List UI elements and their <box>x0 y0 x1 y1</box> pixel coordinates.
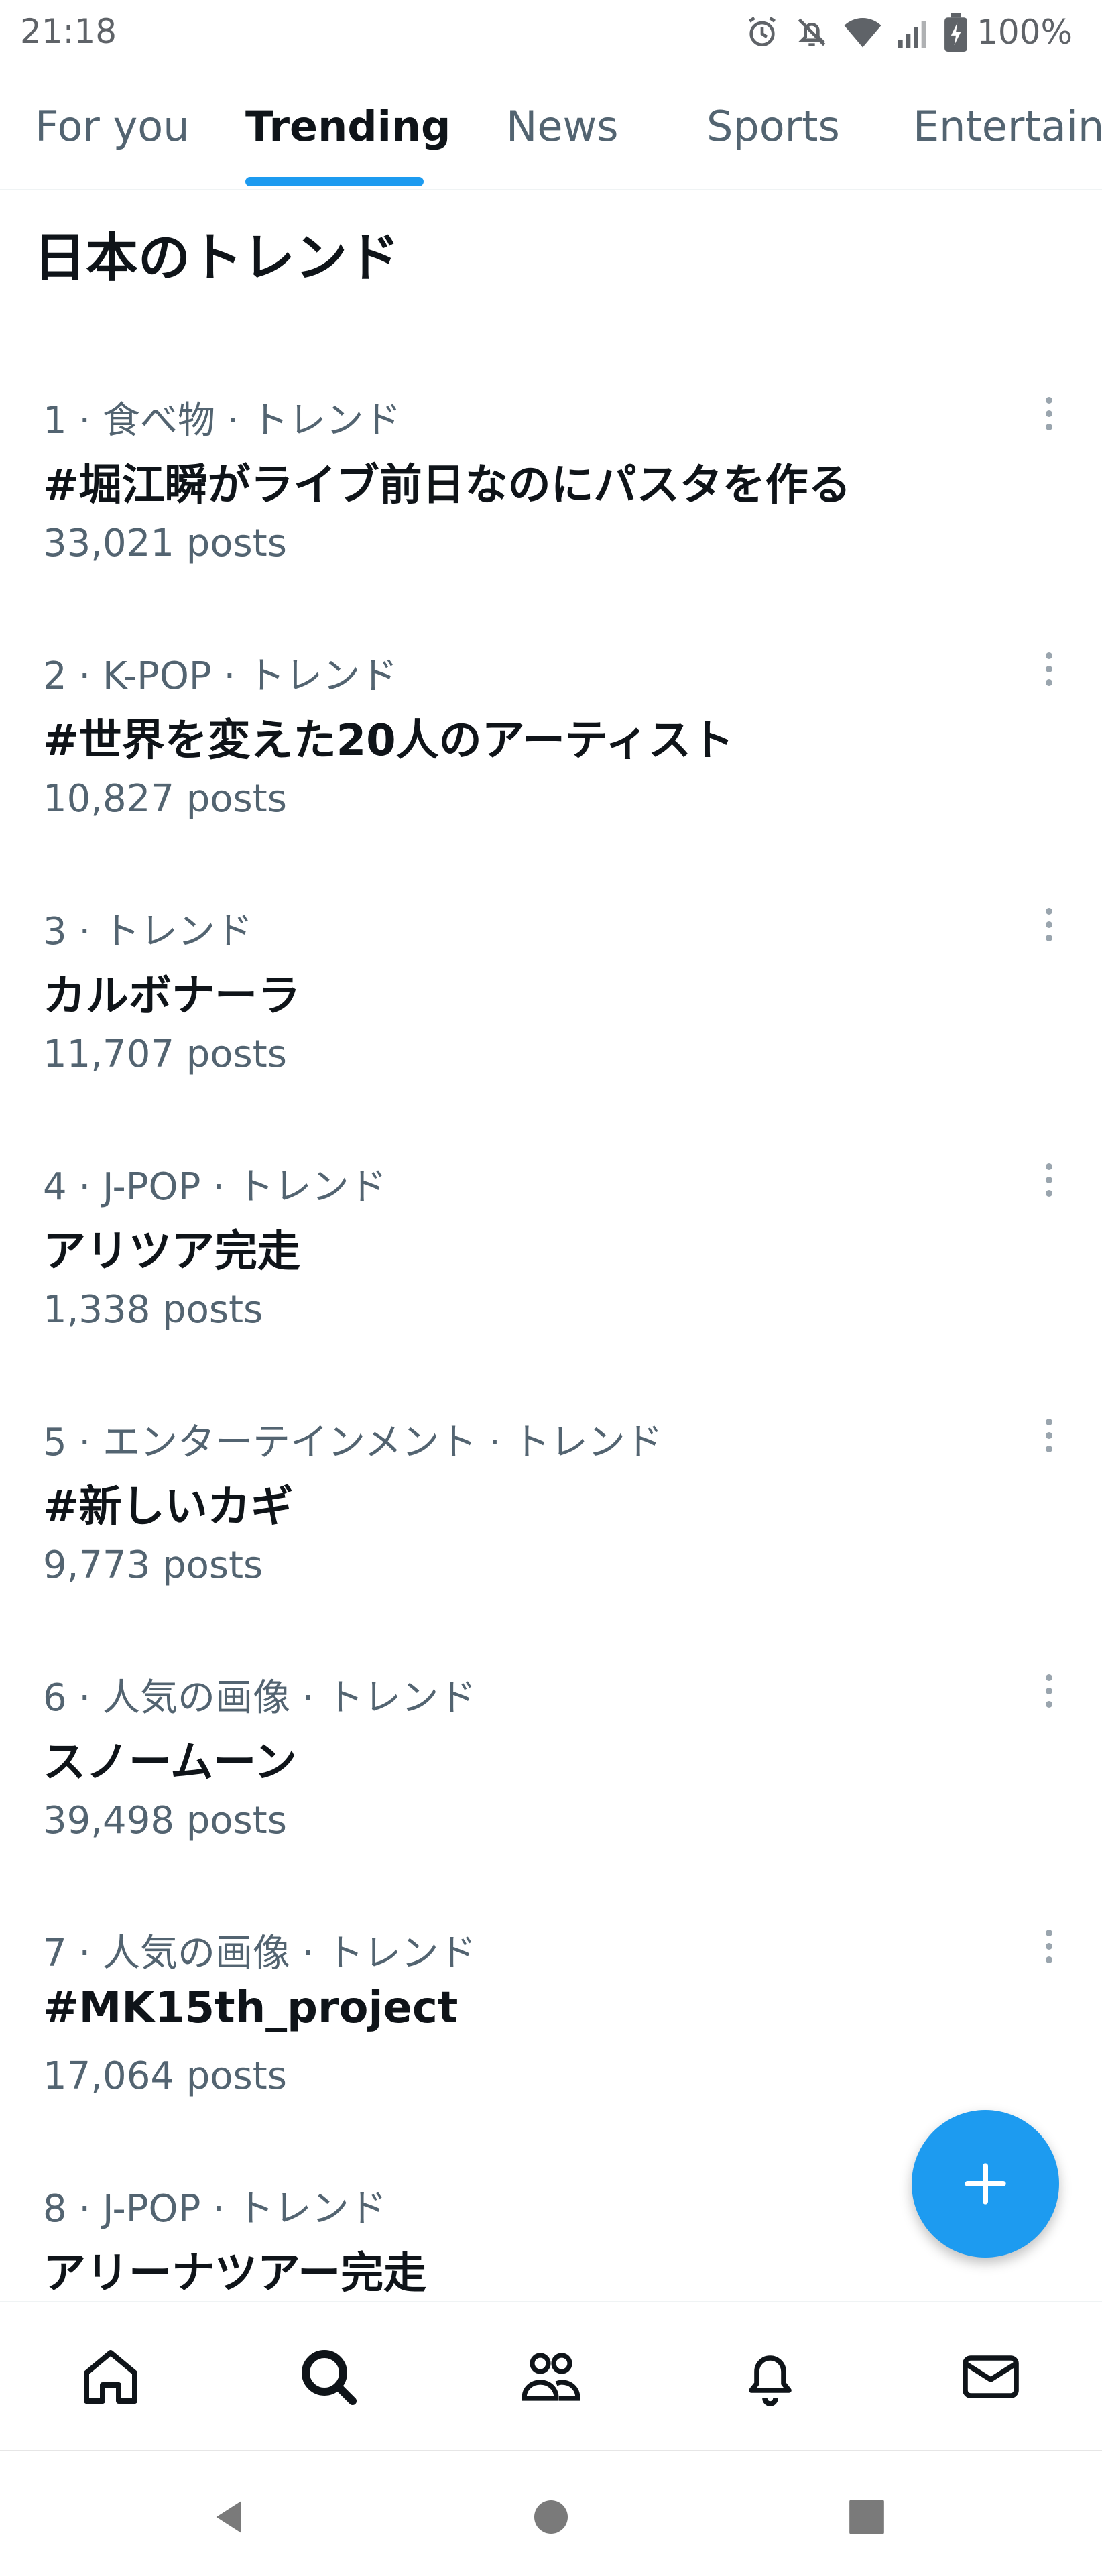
trend-item[interactable]: 1 · 食べ物 · トレンド #堀江瞬がライブ前日なのにパスタを作る 33,02… <box>0 375 1102 631</box>
tab-sports[interactable]: Sports <box>707 102 840 151</box>
more-options-icon[interactable] <box>1032 1667 1066 1714</box>
plus-icon <box>965 2163 1006 2205</box>
system-navigation-bar <box>0 2450 1102 2576</box>
battery-charging-icon <box>944 13 967 52</box>
nav-messages-button[interactable] <box>954 2340 1028 2414</box>
compose-post-button[interactable] <box>912 2110 1059 2258</box>
trend-post-count: 10,827 posts <box>43 777 287 821</box>
trend-meta: 2 · K-POP · トレンド <box>43 654 398 698</box>
trend-meta: 4 · J-POP · トレンド <box>43 1165 387 1209</box>
trend-post-count: 1,338 posts <box>43 1288 263 1332</box>
tab-trending[interactable]: Trending <box>245 102 450 151</box>
trend-post-count: 11,707 posts <box>43 1033 287 1076</box>
trend-item[interactable]: 2 · K-POP · トレンド #世界を変えた20人のアーティスト 10,82… <box>0 631 1102 886</box>
trend-list: 1 · 食べ物 · トレンド #堀江瞬がライブ前日なのにパスタを作る 33,02… <box>0 375 1102 2300</box>
more-options-icon[interactable] <box>1032 1157 1066 1204</box>
home-icon <box>84 2350 137 2404</box>
trend-meta: 5 · エンターテインメント · トレンド <box>43 1421 663 1464</box>
trend-meta: 8 · J-POP · トレンド <box>43 2187 387 2231</box>
status-icons: 100% <box>743 11 1073 54</box>
more-options-icon[interactable] <box>1032 1412 1066 1459</box>
home-circle-icon <box>534 2500 568 2534</box>
status-bar: 21:18 100% <box>0 0 1102 67</box>
active-tab-indicator <box>245 177 424 186</box>
trend-item[interactable]: 6 · 人気の画像 · トレンド スノームーン 39,498 posts <box>0 1653 1102 1908</box>
trend-post-count: 9,773 posts <box>43 1543 263 1587</box>
trend-meta: 7 · 人気の画像 · トレンド <box>43 1932 477 1975</box>
bottom-nav <box>0 2301 1102 2451</box>
communities-icon <box>522 2353 580 2401</box>
nav-communities-button[interactable] <box>514 2340 588 2414</box>
more-options-icon[interactable] <box>1032 646 1066 693</box>
trend-meta: 1 · 食べ物 · トレンド <box>43 399 402 443</box>
trend-post-count: 17,064 posts <box>43 2054 287 2098</box>
notifications-muted-icon <box>793 13 831 51</box>
system-recents-button[interactable] <box>840 2490 894 2544</box>
trend-item[interactable]: 4 · J-POP · トレンド アリツア完走 1,338 posts <box>0 1142 1102 1397</box>
tab-entertainment[interactable]: Entertainment <box>913 102 1102 151</box>
trend-name: アリツア完走 <box>43 1227 300 1277</box>
trend-name: #新しいカギ <box>43 1482 294 1532</box>
cell-signal-icon <box>895 13 932 51</box>
back-icon <box>216 2501 241 2533</box>
tab-bar: For you Trending News Sports Entertainme… <box>0 74 1102 190</box>
system-home-button[interactable] <box>524 2490 578 2544</box>
search-icon <box>302 2350 357 2405</box>
messages-icon <box>963 2355 1019 2398</box>
trend-item[interactable]: 5 · エンターテインメント · トレンド #新しいカギ 9,773 posts <box>0 1397 1102 1653</box>
recents-icon <box>849 2500 884 2534</box>
battery-percent: 100% <box>977 13 1073 52</box>
trend-meta: 6 · 人気の画像 · トレンド <box>43 1676 477 1720</box>
more-options-icon[interactable] <box>1032 901 1066 948</box>
tab-news[interactable]: News <box>506 102 619 151</box>
trend-post-count: 33,021 posts <box>43 522 287 565</box>
trend-name: スノームーン <box>43 1738 297 1788</box>
trend-name: カルボナーラ <box>43 972 300 1021</box>
more-options-icon[interactable] <box>1032 390 1066 437</box>
trend-item[interactable]: 3 · トレンド カルボナーラ 11,707 posts <box>0 886 1102 1142</box>
trend-name: #世界を変えた20人のアーティスト <box>43 716 735 766</box>
trend-name: アリーナツアー完走 <box>43 2249 427 2298</box>
page-title: 日本のトレンド <box>34 228 400 288</box>
tab-for-you[interactable]: For you <box>35 102 190 151</box>
status-time: 21:18 <box>20 12 117 51</box>
trend-name: #堀江瞬がライブ前日なのにパスタを作る <box>43 461 851 510</box>
nav-notifications-button[interactable] <box>733 2340 807 2414</box>
alarm-icon <box>743 13 781 51</box>
trend-name: #MK15th_project <box>43 1983 458 2033</box>
system-back-button[interactable] <box>204 2490 257 2544</box>
more-options-icon[interactable] <box>1032 1923 1066 1970</box>
nav-home-button[interactable] <box>74 2340 147 2414</box>
trend-meta: 3 · トレンド <box>43 910 253 953</box>
nav-explore-button[interactable] <box>292 2340 365 2414</box>
trend-post-count: 39,498 posts <box>43 1799 287 1842</box>
trend-item[interactable]: 7 · 人気の画像 · トレンド #MK15th_project 17,064 … <box>0 1908 1102 2164</box>
notifications-icon <box>749 2355 792 2406</box>
wifi-icon <box>843 13 883 51</box>
